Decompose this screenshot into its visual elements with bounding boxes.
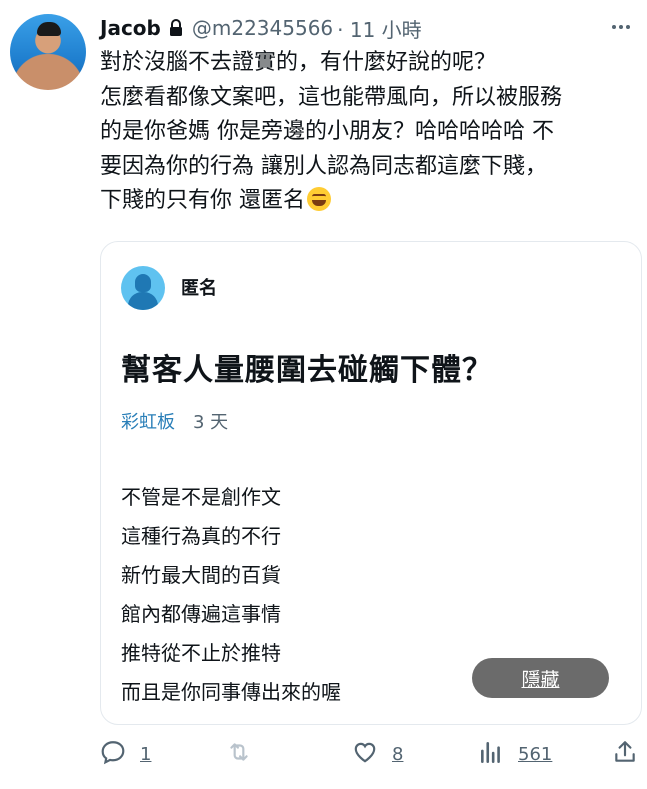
card-title: 幫客人量腰圍去碰觸下體？ (121, 353, 493, 388)
views-icon (478, 739, 504, 770)
tweet-header: Jacob @m22345566 · 11 小時 (100, 12, 633, 44)
reply-icon (100, 739, 126, 770)
lock-icon (168, 19, 184, 37)
reply-count: 1 (140, 743, 152, 765)
tweet-text: 對於沒腦不去證實的，有什麼好說的呢？ 怎麼看都像文案吧，這也能帶風向，所以被服務的… (100, 46, 640, 219)
share-button[interactable] (612, 734, 638, 774)
avatar-hair (37, 22, 61, 36)
reply-button[interactable]: 1 (100, 734, 151, 774)
hide-button[interactable]: 隱藏 (472, 658, 609, 698)
like-count: 8 (392, 743, 404, 765)
tweet-text-line-last: 下賤的只有你 還匿名 (100, 184, 640, 219)
retweet-icon (226, 739, 252, 770)
tweet-time[interactable]: · 11 小時 (337, 14, 422, 43)
tweet-text-line: 下賤的只有你 還匿名 (100, 188, 305, 213)
anonymous-avatar-icon (121, 266, 165, 310)
author-name[interactable]: Jacob (100, 16, 161, 40)
card-content-line: 館內都傳遍這事情 (121, 602, 281, 626)
card-board[interactable]: 彩虹板 (121, 408, 175, 434)
views-button[interactable]: 561 (478, 734, 552, 774)
more-icon[interactable] (609, 15, 633, 39)
card-content: 不管是不是創作文 這種行為真的不行 新竹最大間的百貨 館內都傳遍這事情 推特從不… (121, 478, 341, 712)
card-content-line: 推特從不止於推特 (121, 641, 281, 665)
rofl-emoji-icon (307, 187, 331, 211)
tweet-text-line: 對於沒腦不去證實的，有什麼好說的呢？ (100, 50, 497, 75)
quoted-post-card[interactable]: 匿名 幫客人量腰圍去碰觸下體？ 彩虹板 3 天 不管是不是創作文 這種行為真的不… (100, 241, 642, 725)
tweet-text-line: 的是你爸媽 你是旁邊的小朋友？哈哈哈哈哈 不 (100, 119, 554, 144)
card-content-line: 這種行為真的不行 (121, 524, 281, 548)
author-handle[interactable]: @m22345566 (192, 16, 333, 40)
card-content-line: 而且是你同事傳出來的喔 (121, 680, 341, 704)
action-bar: 1 8 561 (100, 734, 642, 774)
tweet-text-line: 怎麼看都像文案吧，這也能帶風向，所以被服務 (100, 84, 563, 110)
tweet-text-line: 要因為你的行為 讓別人認為同志都這麼下賤， (100, 153, 547, 179)
card-content-line: 不管是不是創作文 (121, 485, 281, 509)
views-count: 561 (518, 743, 553, 765)
like-button[interactable]: 8 (352, 734, 403, 774)
retweet-button[interactable] (226, 734, 252, 774)
card-content-line: 新竹最大間的百貨 (121, 563, 281, 587)
like-icon (352, 739, 378, 770)
card-author: 匿名 (181, 278, 217, 299)
author-avatar[interactable] (10, 14, 86, 90)
card-age: 3 天 (193, 412, 229, 433)
share-icon (612, 739, 638, 770)
